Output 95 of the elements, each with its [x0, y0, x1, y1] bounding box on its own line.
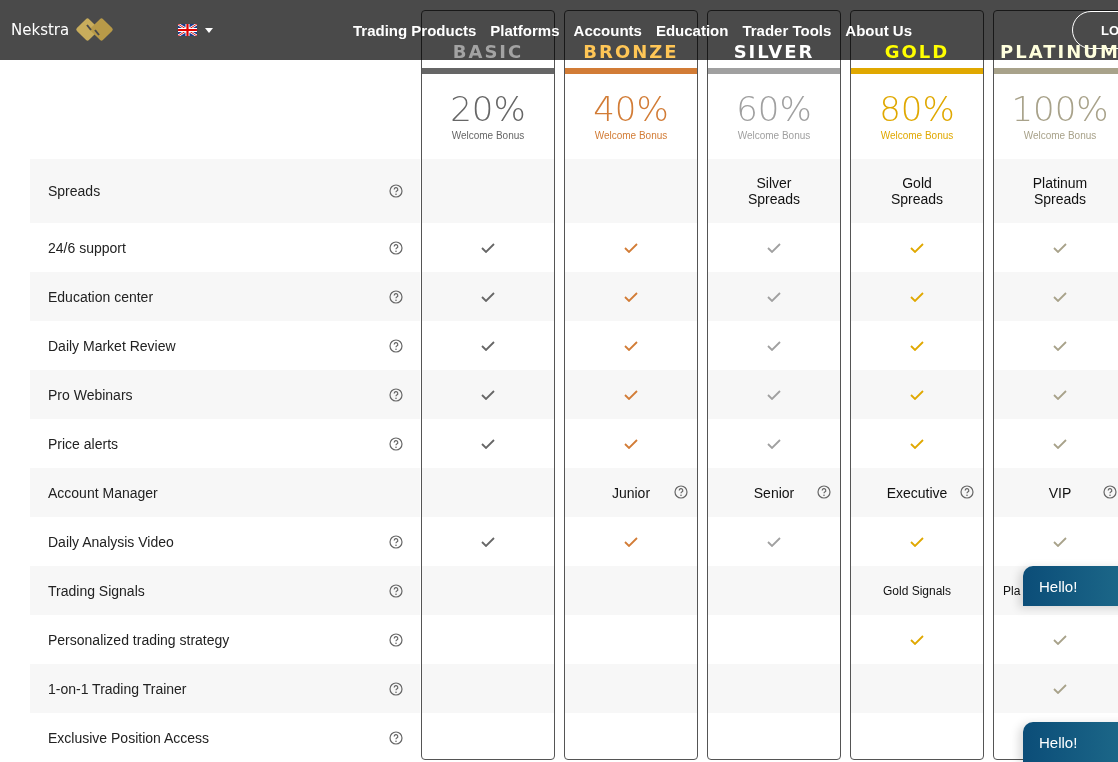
logo-icon[interactable]	[75, 16, 116, 44]
check-icon	[481, 389, 495, 400]
cell-text: Executive	[886, 484, 948, 501]
feature-label: 1-on-1 Trading Trainer	[48, 680, 188, 697]
help-icon[interactable]	[389, 681, 403, 696]
feature-label: 24/6 support	[48, 239, 127, 256]
cell-text: Silver Spreads	[746, 175, 802, 207]
check-icon	[1053, 536, 1067, 547]
bonus-label: Welcome Bonus	[737, 130, 811, 141]
help-icon[interactable]	[389, 583, 403, 598]
help-icon[interactable]	[389, 184, 403, 198]
bonus-label: Welcome Bonus	[451, 130, 525, 141]
help-icon[interactable]	[389, 338, 403, 353]
cell-text: Gold Signals	[882, 583, 951, 598]
check-icon	[910, 536, 924, 547]
check-icon	[481, 242, 495, 253]
feature-label: Spreads	[48, 183, 102, 199]
check-icon	[767, 242, 781, 253]
check-icon	[481, 291, 495, 302]
check-icon	[767, 340, 781, 351]
cell-text: VIP	[1048, 484, 1072, 501]
check-icon	[1053, 634, 1067, 645]
flag-icon[interactable]	[178, 24, 197, 36]
bonus-percent: 40%	[593, 92, 669, 126]
help-icon[interactable]	[389, 632, 403, 647]
bonus-label: Welcome Bonus	[880, 130, 954, 141]
plan-name: SILVER	[733, 41, 815, 62]
check-icon	[1053, 340, 1067, 351]
plan-name: GOLD	[884, 41, 950, 62]
feature-label: Daily Analysis Video	[48, 533, 175, 550]
help-icon[interactable]	[389, 387, 403, 402]
help-icon[interactable]	[817, 485, 831, 499]
check-icon	[624, 291, 638, 302]
feature-label: Personalized trading strategy	[48, 631, 231, 648]
feature-label: Pro Webinars	[48, 386, 134, 403]
nav-link[interactable]: Platforms	[490, 21, 560, 39]
check-icon	[1053, 291, 1067, 302]
check-icon	[767, 536, 781, 547]
check-icon	[624, 536, 638, 547]
feature-label: Education center	[48, 288, 155, 305]
cell-text: Senior	[753, 484, 795, 501]
bonus-percent: 80%	[879, 92, 955, 126]
bonus-label: Welcome Bonus	[1023, 130, 1097, 141]
chat-button[interactable]: Hello!	[1023, 566, 1118, 606]
nav-link[interactable]: Trading Products	[353, 21, 477, 39]
feature-label: Daily Market Review	[48, 337, 177, 354]
check-icon	[624, 242, 638, 253]
cell-text: Junior	[611, 484, 651, 501]
caret-icon[interactable]	[205, 27, 213, 33]
nav-link[interactable]: About Us	[845, 21, 912, 39]
check-icon	[910, 634, 924, 645]
cell-text: Platinum Spreads	[1031, 175, 1089, 207]
help-icon[interactable]	[389, 240, 403, 255]
nav-link[interactable]: Education	[655, 21, 729, 39]
check-icon	[767, 291, 781, 302]
check-icon	[767, 389, 781, 400]
logo-text[interactable]: Nekstra	[11, 21, 70, 39]
check-icon	[910, 242, 924, 253]
help-icon[interactable]	[674, 485, 688, 499]
plan-name: BRONZE	[583, 41, 679, 62]
help-icon[interactable]	[1103, 485, 1117, 499]
check-icon	[910, 438, 924, 449]
nav-link[interactable]: Trader Tools	[742, 21, 832, 39]
help-icon[interactable]	[389, 436, 403, 451]
check-icon	[481, 536, 495, 547]
chat-button[interactable]: Hello!	[1023, 722, 1118, 762]
check-icon	[624, 389, 638, 400]
nav-link[interactable]: Accounts	[573, 21, 642, 39]
feature-label: Trading Signals	[48, 582, 146, 599]
cell-text: Gold Spreads	[889, 175, 945, 207]
check-icon	[624, 340, 638, 351]
check-icon	[1053, 242, 1067, 253]
check-icon	[910, 340, 924, 351]
plan-name: BASIC	[452, 41, 524, 62]
check-icon	[1053, 389, 1067, 400]
check-icon	[767, 438, 781, 449]
feature-label: Exclusive Position Access	[48, 729, 211, 746]
cell-text: Pla	[1003, 583, 1021, 598]
help-icon[interactable]	[389, 289, 403, 304]
help-icon[interactable]	[960, 485, 974, 499]
check-icon	[1053, 438, 1067, 449]
check-icon	[1053, 683, 1067, 694]
bonus-label: Welcome Bonus	[594, 130, 668, 141]
check-icon	[910, 389, 924, 400]
check-icon	[481, 340, 495, 351]
help-icon[interactable]	[389, 534, 403, 549]
feature-label: Account Manager	[48, 484, 159, 501]
help-icon[interactable]	[389, 730, 403, 745]
check-icon	[481, 438, 495, 449]
bonus-percent: 20%	[450, 92, 526, 126]
check-icon	[910, 291, 924, 302]
check-icon	[624, 438, 638, 449]
feature-label: Price alerts	[48, 435, 120, 452]
bonus-percent: 100%	[1011, 92, 1109, 126]
bonus-percent: 60%	[736, 92, 812, 126]
